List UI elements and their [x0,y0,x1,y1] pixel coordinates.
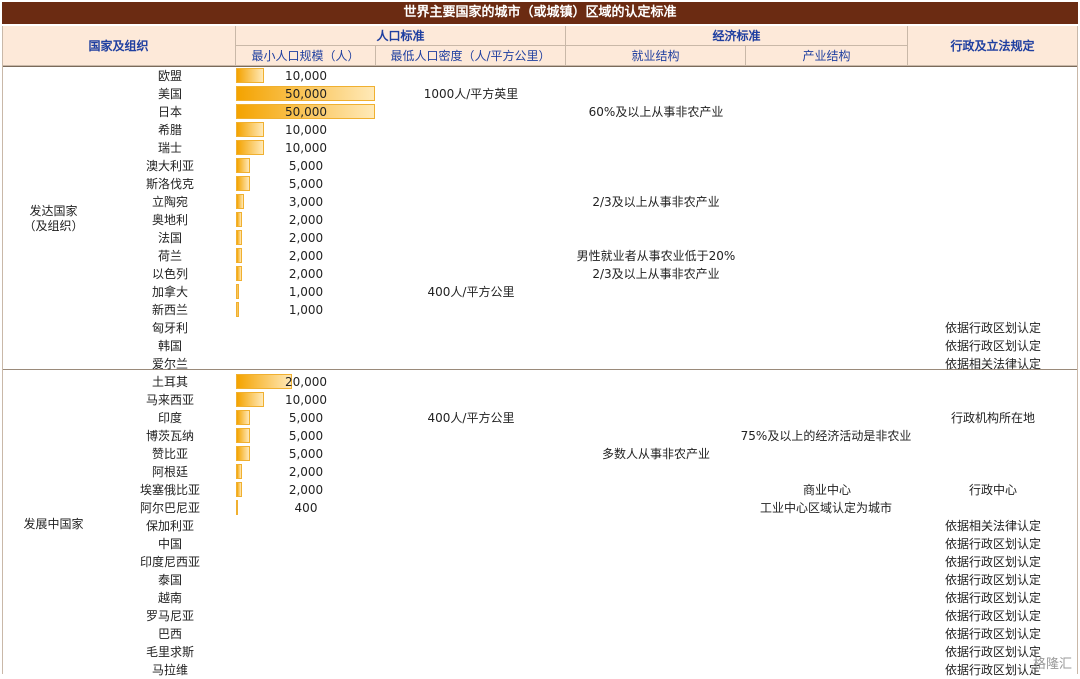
employment-cell: 60%及以上从事非农产业 [588,105,724,119]
admin-cell: 行政中心 [968,483,1017,497]
admin-cell: 行政机构所在地 [950,411,1035,425]
population-value: 2,000 [288,483,324,497]
header-employment: 就业结构 [566,46,746,66]
industry-cell: 75%及以上的经济活动是非农业 [740,429,912,443]
country-label: 保加利亚 [145,519,194,533]
country-label: 中国 [157,537,182,551]
population-value: 1,000 [288,303,324,317]
country-label: 希腊 [157,123,182,137]
header-min-density: 最低人口密度（人/平方公里） [376,46,566,66]
admin-cell: 依据行政区划认定 [944,609,1041,623]
population-value: 2,000 [288,231,324,245]
header-economic: 经济标准 [566,26,908,46]
country-label: 匈牙利 [151,321,188,335]
density-cell: 400人/平方公里 [427,411,515,425]
country-label: 荷兰 [157,249,182,263]
industry-cell: 商业中心 [802,483,851,497]
admin-cell: 依据行政区划认定 [944,573,1041,587]
population-value: 10,000 [285,123,327,137]
population-value: 5,000 [288,177,324,191]
country-label: 爱尔兰 [151,357,188,371]
population-value: 2,000 [288,213,324,227]
admin-cell: 依据相关法律认定 [944,519,1041,533]
admin-cell: 依据行政区划认定 [944,339,1041,353]
country-label: 印度 [157,411,182,425]
country-label: 博茨瓦纳 [145,429,194,443]
country-label: 马拉维 [151,663,188,677]
population-value: 5,000 [288,411,324,425]
country-label: 以色列 [151,267,188,281]
population-value: 20,000 [285,375,327,389]
watermark: 格隆汇 [1032,657,1072,672]
country-label: 美国 [157,87,182,101]
admin-cell: 依据行政区划认定 [944,591,1041,605]
country-label: 奥地利 [151,213,188,227]
population-value: 10,000 [285,141,327,155]
admin-cell: 依据行政区划认定 [944,555,1041,569]
header-min-pop: 最小人口规模（人） [236,46,376,66]
table-title: 世界主要国家的城市（或城镇）区域的认定标准 [2,2,1078,24]
country-label: 越南 [157,591,182,605]
population-value: 50,000 [285,105,327,119]
population-value: 1,000 [288,285,324,299]
country-label: 瑞士 [157,141,182,155]
population-value: 2,000 [288,249,324,263]
admin-cell: 依据行政区划认定 [944,321,1041,335]
country-label: 欧盟 [157,69,182,83]
header-industry: 产业结构 [746,46,908,66]
country-label: 泰国 [157,573,182,587]
density-cell: 400人/平方公里 [427,285,515,299]
country-label: 新西兰 [151,303,188,317]
country-label: 加拿大 [151,285,188,299]
population-value: 2,000 [288,465,324,479]
header-population: 人口标准 [236,26,566,46]
employment-cell: 男性就业者从事农业低于20% [576,249,736,263]
population-value: 5,000 [288,447,324,461]
country-label: 韩国 [157,339,182,353]
population-value: 10,000 [285,69,327,83]
header-country: 国家及组织 [2,26,236,66]
population-value: 2,000 [288,267,324,281]
group-developing: 发展中国家 [23,517,84,531]
employment-cell: 2/3及以上从事非农产业 [592,267,720,281]
country-label: 土耳其 [151,375,188,389]
population-value: 400 [294,501,318,515]
country-label: 赞比亚 [151,447,188,461]
country-label: 立陶宛 [151,195,188,209]
left-border [2,26,3,674]
country-label: 印度尼西亚 [139,555,200,569]
country-label: 澳大利亚 [145,159,194,173]
country-label: 马来西亚 [145,393,194,407]
country-label: 埃塞俄比亚 [139,483,200,497]
employment-cell: 2/3及以上从事非农产业 [592,195,720,209]
country-label: 罗马尼亚 [145,609,194,623]
country-label: 阿根廷 [151,465,188,479]
country-label: 毛里求斯 [145,645,194,659]
country-label: 斯洛伐克 [145,177,194,191]
country-label: 阿尔巴尼亚 [139,501,200,515]
admin-cell: 依据行政区划认定 [944,537,1041,551]
density-cell: 1000人/平方英里 [423,87,519,101]
country-label: 日本 [157,105,182,119]
country-label: 法国 [157,231,182,245]
group-developed: 发达国家 （及组织） [23,204,84,233]
country-label: 巴西 [157,627,182,641]
employment-cell: 多数人从事非农产业 [601,447,710,461]
admin-cell: 依据相关法律认定 [944,357,1041,371]
population-value: 5,000 [288,429,324,443]
population-value: 10,000 [285,393,327,407]
population-value: 5,000 [288,159,324,173]
industry-cell: 工业中心区域认定为城市 [759,501,892,515]
header-admin: 行政及立法规定 [908,26,1078,66]
population-value: 3,000 [288,195,324,209]
population-value: 50,000 [285,87,327,101]
admin-cell: 依据行政区划认定 [944,627,1041,641]
